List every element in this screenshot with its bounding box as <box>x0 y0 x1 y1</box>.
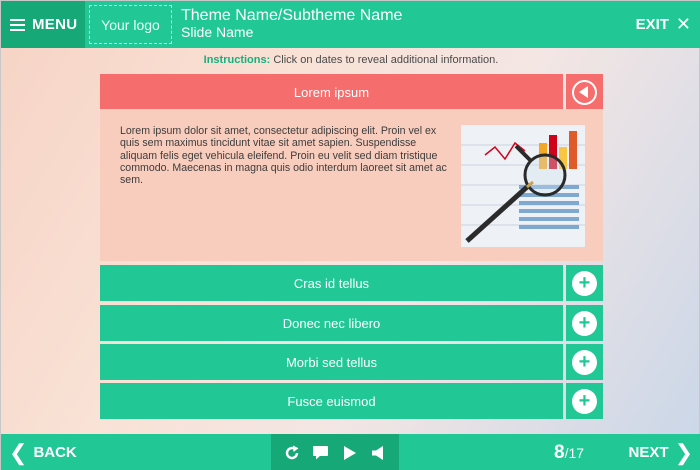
subtitles-icon[interactable] <box>311 443 331 463</box>
accordion-header[interactable]: Lorem ipsum <box>100 74 563 110</box>
accordion-header[interactable]: Cras id tellus <box>100 265 563 301</box>
page-current: 8 <box>554 441 565 463</box>
next-button[interactable]: NEXT ❯ <box>629 434 693 470</box>
expand-button[interactable]: + <box>566 344 603 380</box>
instructions-label: Instructions: <box>203 54 271 66</box>
theme-title: Theme Name/Subtheme Name <box>181 7 403 24</box>
collapse-arrow-icon <box>572 79 597 105</box>
next-label: NEXT <box>628 444 669 461</box>
accordion-item[interactable]: Fusce euismod + <box>100 383 603 419</box>
accordion-title: Lorem ipsum <box>293 84 370 100</box>
collapse-button[interactable] <box>566 74 603 110</box>
chevron-left-icon: ❮ <box>9 439 28 465</box>
menu-label: MENU <box>32 16 78 33</box>
accordion-header[interactable]: Donec nec libero <box>100 305 563 341</box>
back-button[interactable]: ❮ BACK <box>9 434 77 470</box>
accordion-title: Fusce euismod <box>287 393 376 409</box>
expand-button[interactable]: + <box>566 265 603 301</box>
plus-icon: + <box>572 270 597 296</box>
accordion-item-open[interactable]: Lorem ipsum <box>100 74 603 110</box>
play-icon[interactable] <box>340 443 360 463</box>
title-block: Theme Name/Subtheme Name Slide Name <box>181 7 403 41</box>
footer-bar: ❮ BACK 8 /17 NEXT ❯ <box>1 434 700 470</box>
back-label: BACK <box>33 444 77 461</box>
accordion-title: Donec nec libero <box>282 315 381 331</box>
accordion-item[interactable]: Morbi sed tellus + <box>100 344 603 380</box>
accordion-panel: Lorem ipsum dolor sit amet, consectetur … <box>100 109 603 261</box>
slide-name: Slide Name <box>181 24 254 40</box>
close-icon: ✕ <box>675 14 691 34</box>
finance-chart-image <box>461 125 585 247</box>
expand-button[interactable]: + <box>566 383 603 419</box>
exit-button[interactable]: EXIT ✕ <box>636 1 691 48</box>
plus-icon: + <box>572 349 597 375</box>
accordion-title: Morbi sed tellus <box>285 354 378 370</box>
slide-frame: MENU Your logo Theme Name/Subtheme Name … <box>0 0 700 470</box>
menu-button[interactable]: MENU <box>1 1 85 48</box>
accordion-title: Cras id tellus <box>293 275 370 291</box>
chevron-right-icon: ❯ <box>674 439 693 465</box>
replay-icon[interactable] <box>282 443 302 463</box>
logo-placeholder: Your logo <box>89 5 172 44</box>
header-bar: MENU Your logo Theme Name/Subtheme Name … <box>1 1 700 48</box>
page-counter: 8 /17 <box>554 434 584 470</box>
accordion-header[interactable]: Fusce euismod <box>100 383 563 419</box>
plus-icon: + <box>572 310 597 336</box>
volume-icon[interactable] <box>369 443 389 463</box>
page-total: /17 <box>564 444 585 461</box>
accordion-header[interactable]: Morbi sed tellus <box>100 344 563 380</box>
exit-label: EXIT <box>635 16 669 33</box>
expand-button[interactable]: + <box>566 305 603 341</box>
accordion-item[interactable]: Cras id tellus + <box>100 265 603 301</box>
instructions: Instructions: Click on dates to reveal a… <box>1 54 700 66</box>
logo-text: Your logo <box>101 16 160 33</box>
instructions-text: Click on dates to reveal additional info… <box>273 54 499 66</box>
hamburger-icon <box>10 18 25 31</box>
accordion-item[interactable]: Donec nec libero + <box>100 305 603 341</box>
panel-body-text: Lorem ipsum dolor sit amet, consectetur … <box>120 125 447 187</box>
media-controls <box>271 434 399 470</box>
plus-icon: + <box>572 388 597 414</box>
